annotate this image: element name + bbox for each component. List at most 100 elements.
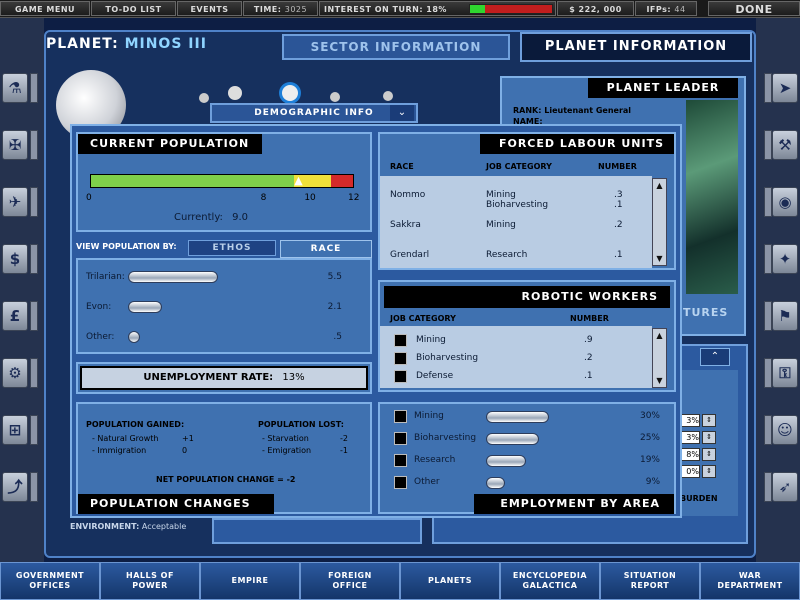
demographic-info-label: DEMOGRAPHIC INFO <box>254 108 374 118</box>
spinner-icon[interactable]: ⇕ <box>702 448 716 461</box>
scroll-up-icon[interactable]: ▲ <box>654 180 665 191</box>
population-changes-title: POPULATION CHANGES <box>78 494 274 514</box>
ship-icon[interactable]: ✈ <box>2 187 28 217</box>
bottom-nav-government-offices[interactable]: GOVERNMENT OFFICES <box>0 562 100 600</box>
todo-list-button[interactable]: TO-DO LIST <box>91 1 176 16</box>
environment-value: Acceptable <box>141 522 187 531</box>
trade-icon[interactable]: ⚙ <box>2 358 28 388</box>
scroll-down-icon[interactable]: ▼ <box>654 253 665 264</box>
forced-job: Bioharvesting <box>486 200 549 210</box>
spinner-icon[interactable]: ⇕ <box>702 414 716 427</box>
time-display: TIME: 3025 <box>243 1 318 16</box>
tures-tab[interactable]: TURES <box>683 306 747 328</box>
bottom-nav-situation-report[interactable]: SITUATION REPORT <box>600 562 700 600</box>
forced-job: Mining <box>486 220 516 230</box>
tree-icon[interactable]: ⊞ <box>2 415 28 445</box>
employment-checkbox[interactable] <box>394 476 407 489</box>
events-button[interactable]: EVENTS <box>177 1 242 16</box>
flask-icon[interactable]: ⚗ <box>2 73 28 103</box>
robot-checkbox[interactable] <box>394 370 407 383</box>
shield-icon[interactable]: ✠ <box>2 130 28 160</box>
gained-value: 0 <box>182 446 188 455</box>
unemployment-label: UNEMPLOYMENT RATE: <box>143 372 274 383</box>
robot-checkbox[interactable] <box>394 352 407 365</box>
bottom-nav-empire[interactable]: EMPIRE <box>200 562 300 600</box>
wrench-icon[interactable]: ⚒ <box>772 130 798 160</box>
employment-category: Research <box>414 455 456 465</box>
forced-number: .3 <box>614 190 623 200</box>
robotic-workers-scrollbar[interactable]: ▲ ▼ <box>652 328 667 388</box>
planet-leader-title: PLANET LEADER <box>588 78 738 98</box>
tab-planet-information[interactable]: PLANET INFORMATION <box>520 32 752 62</box>
moon-icon <box>330 92 340 102</box>
gained-label: - Immigration <box>92 446 147 455</box>
environment-row: ENVIRONMENT: Acceptable <box>70 522 186 531</box>
robotic-workers-title: ROBOTIC WORKERS <box>384 286 670 308</box>
population-marker-icon: ▲ <box>294 174 303 187</box>
employment-checkbox[interactable] <box>394 410 407 423</box>
forced-number: .1 <box>614 200 623 210</box>
population-tick-label: 10 <box>304 193 316 203</box>
starship-icon[interactable]: ➤ <box>772 73 798 103</box>
side-grip <box>764 73 772 103</box>
forced-labour-scrollbar[interactable]: ▲ ▼ <box>652 178 667 266</box>
bottom-nav-foreign-office[interactable]: FOREIGN OFFICE <box>300 562 400 600</box>
demographic-info-tab[interactable]: DEMOGRAPHIC INFO <box>210 103 418 123</box>
done-button[interactable]: DONE <box>708 1 800 16</box>
flags-icon[interactable]: ⚑ <box>772 301 798 331</box>
employment-checkbox[interactable] <box>394 432 407 445</box>
selected-moon-icon[interactable] <box>282 85 298 101</box>
burden-label: BURDEN <box>680 494 718 503</box>
planet-title: PLANET: MINOS III <box>46 36 207 52</box>
employment-percent: 25% <box>639 433 660 443</box>
employment-bar[interactable] <box>486 411 549 423</box>
tab-ethos[interactable]: ETHOS <box>188 240 276 256</box>
bottom-nav-encyclopedia-galactica[interactable]: ENCYCLOPEDIA GALACTICA <box>500 562 600 600</box>
tab-race[interactable]: RACE <box>280 240 372 258</box>
employment-bar[interactable] <box>486 433 539 445</box>
collapse-icon[interactable]: ⌃ <box>700 348 730 366</box>
eye-icon[interactable]: ◉ <box>772 187 798 217</box>
net-population-change: NET POPULATION CHANGE = -2 <box>156 475 296 484</box>
employment-bar[interactable] <box>486 477 505 489</box>
side-grip <box>764 301 772 331</box>
employment-category: Other <box>414 477 440 487</box>
collapse-down-icon[interactable]: ⌄ <box>390 105 414 121</box>
employment-checkbox[interactable] <box>394 454 407 467</box>
ifps-value: 44 <box>674 5 686 14</box>
bottom-nav-planets[interactable]: PLANETS <box>400 562 500 600</box>
top-bar: GAME MENU TO-DO LIST EVENTS TIME: 3025 I… <box>0 0 800 18</box>
robot-number: .2 <box>584 353 593 363</box>
side-grip <box>764 358 772 388</box>
chart-icon[interactable]: ⤴ <box>2 472 28 502</box>
side-grip <box>30 301 38 331</box>
lost-label: - Emigration <box>262 446 312 455</box>
employment-bar[interactable] <box>486 455 526 467</box>
forced-job: Research <box>486 250 528 260</box>
behind-percent-value: 8% <box>680 448 700 461</box>
bottom-nav-war-department[interactable]: WAR DEPARTMENT <box>700 562 800 600</box>
satellite-icon[interactable]: ✦ <box>772 244 798 274</box>
race-name: Evon: <box>86 302 112 312</box>
game-menu-button[interactable]: GAME MENU <box>0 1 90 16</box>
side-grip <box>30 130 38 160</box>
robot-checkbox[interactable] <box>394 334 407 347</box>
race-population-value: 2.1 <box>327 302 342 312</box>
scroll-down-icon[interactable]: ▼ <box>654 375 665 386</box>
forced-labour-title: FORCED LABOUR UNITS <box>480 134 674 154</box>
forced-labour-header: RACE JOB CATEGORY NUMBER <box>380 156 674 176</box>
bottom-nav-halls-of-power[interactable]: HALLS OF POWER <box>100 562 200 600</box>
pound-icon[interactable]: £ <box>2 301 28 331</box>
population-gained-title: POPULATION GAINED: <box>86 420 185 429</box>
tab-sector-information[interactable]: SECTOR INFORMATION <box>282 34 510 60</box>
currently-label: Currently: <box>174 212 223 223</box>
spinner-icon[interactable]: ⇕ <box>702 465 716 478</box>
cursor-icon[interactable]: ➶ <box>772 472 798 502</box>
employment-percent: 9% <box>645 477 660 487</box>
dollar-icon[interactable]: $ <box>2 244 28 274</box>
population-tick-label: 0 <box>86 193 92 203</box>
spinner-icon[interactable]: ⇕ <box>702 431 716 444</box>
people-icon[interactable]: ☺ <box>772 415 798 445</box>
scroll-up-icon[interactable]: ▲ <box>654 330 665 341</box>
lock-icon[interactable]: ⚿ <box>772 358 798 388</box>
